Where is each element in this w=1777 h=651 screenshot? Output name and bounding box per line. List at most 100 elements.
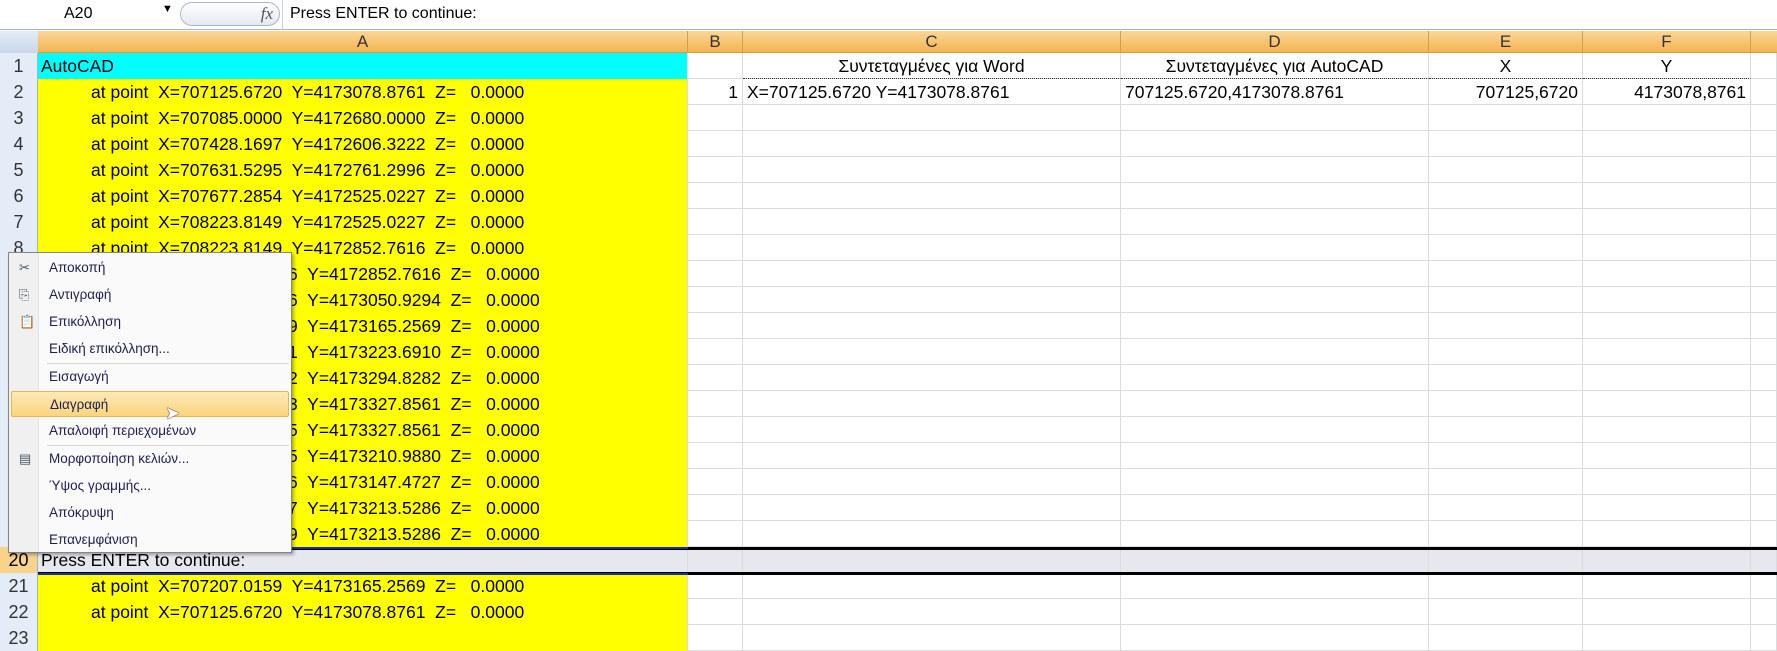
cell-g11[interactable]: [1751, 313, 1777, 339]
row-header[interactable]: 7: [0, 209, 38, 235]
cell-d12[interactable]: [1121, 339, 1429, 365]
cell-g18[interactable]: [1751, 495, 1777, 521]
menu-item-6[interactable]: Διαγραφή: [11, 391, 289, 417]
cell-e12[interactable]: [1429, 339, 1583, 365]
cell-c13[interactable]: [743, 365, 1121, 391]
cell-b9[interactable]: [688, 261, 743, 287]
row-header[interactable]: 6: [0, 183, 38, 209]
row-header[interactable]: 2: [0, 79, 38, 105]
cell-b19[interactable]: [688, 521, 743, 547]
menu-item-2[interactable]: ⎘ Αντιγραφή: [11, 282, 289, 308]
cell-e10[interactable]: [1429, 287, 1583, 313]
cell-b13[interactable]: [688, 365, 743, 391]
cell-f15[interactable]: [1583, 417, 1751, 443]
cell-f1[interactable]: Y: [1583, 53, 1751, 79]
cell-f8[interactable]: [1583, 235, 1751, 261]
cell-b4[interactable]: [688, 131, 743, 157]
cell-e5[interactable]: [1429, 157, 1583, 183]
cell-d9[interactable]: [1121, 261, 1429, 287]
cell-g7[interactable]: [1751, 209, 1777, 235]
cell-d18[interactable]: [1121, 495, 1429, 521]
cell-c15[interactable]: [743, 417, 1121, 443]
cell-g2[interactable]: [1751, 79, 1777, 105]
cell-d1[interactable]: Συντεταγμένες για AutoCAD: [1121, 53, 1429, 79]
cell-b8[interactable]: [688, 235, 743, 261]
cell-d22[interactable]: [1121, 599, 1429, 625]
cell-g22[interactable]: [1751, 599, 1777, 625]
cell-f10[interactable]: [1583, 287, 1751, 313]
cell-f22[interactable]: [1583, 599, 1751, 625]
cell-f13[interactable]: [1583, 365, 1751, 391]
cell-e1[interactable]: X: [1429, 53, 1583, 79]
cell-b22[interactable]: [688, 599, 743, 625]
cell-b16[interactable]: [688, 443, 743, 469]
cell-c9[interactable]: [743, 261, 1121, 287]
cell-d15[interactable]: [1121, 417, 1429, 443]
cell-b23[interactable]: [688, 625, 743, 651]
name-box[interactable]: A20: [0, 0, 175, 28]
cell-c2[interactable]: X=707125.6720 Y=4173078.8761: [743, 79, 1121, 105]
cell-b3[interactable]: [688, 105, 743, 131]
row-header[interactable]: 21: [0, 573, 38, 599]
cell-c8[interactable]: [743, 235, 1121, 261]
cell-b2[interactable]: 1: [688, 79, 743, 105]
cell-c21[interactable]: [743, 573, 1121, 599]
cell-b21[interactable]: [688, 573, 743, 599]
cell-a5[interactable]: at point X=707631.5295 Y=4172761.2996 Z=…: [38, 157, 688, 183]
cell-c6[interactable]: [743, 183, 1121, 209]
cell-g23[interactable]: [1751, 625, 1777, 651]
cell-d17[interactable]: [1121, 469, 1429, 495]
cell-g13[interactable]: [1751, 365, 1777, 391]
cell-g14[interactable]: [1751, 391, 1777, 417]
cell-a6[interactable]: at point X=707677.2854 Y=4172525.0227 Z=…: [38, 183, 688, 209]
cell-g4[interactable]: [1751, 131, 1777, 157]
menu-item-11[interactable]: Επανεμφάνιση: [11, 527, 289, 553]
cell-b14[interactable]: [688, 391, 743, 417]
cell-d14[interactable]: [1121, 391, 1429, 417]
column-header-d[interactable]: D: [1121, 31, 1429, 53]
name-box-dropdown-icon[interactable]: ▼: [162, 3, 173, 15]
cell-a4[interactable]: at point X=707428.1697 Y=4172606.3222 Z=…: [38, 131, 688, 157]
column-header-a[interactable]: A: [38, 31, 688, 53]
cell-e15[interactable]: [1429, 417, 1583, 443]
cell-f17[interactable]: [1583, 469, 1751, 495]
row-header[interactable]: 5: [0, 157, 38, 183]
menu-item-3[interactable]: 📋 Επικόλληση: [11, 309, 289, 335]
cell-e23[interactable]: [1429, 625, 1583, 651]
cell-e11[interactable]: [1429, 313, 1583, 339]
row-header[interactable]: 23: [0, 625, 38, 651]
cell-g3[interactable]: [1751, 105, 1777, 131]
menu-item-10[interactable]: Απόκρυψη: [11, 500, 289, 526]
cell-c3[interactable]: [743, 105, 1121, 131]
cell-e2[interactable]: 707125,6720: [1429, 79, 1583, 105]
cell-c14[interactable]: [743, 391, 1121, 417]
cell-b11[interactable]: [688, 313, 743, 339]
cell-f6[interactable]: [1583, 183, 1751, 209]
cell-b12[interactable]: [688, 339, 743, 365]
cell-c5[interactable]: [743, 157, 1121, 183]
cell-c23[interactable]: [743, 625, 1121, 651]
cell-e16[interactable]: [1429, 443, 1583, 469]
cell-f5[interactable]: [1583, 157, 1751, 183]
cell-e19[interactable]: [1429, 521, 1583, 547]
cell-b18[interactable]: [688, 495, 743, 521]
cell-f21[interactable]: [1583, 573, 1751, 599]
cell-a2[interactable]: at point X=707125.6720 Y=4173078.8761 Z=…: [38, 79, 688, 105]
cell-a1[interactable]: AutoCAD: [38, 53, 688, 79]
cell-e8[interactable]: [1429, 235, 1583, 261]
menu-item-5[interactable]: Εισαγωγή: [11, 364, 289, 390]
cell-c17[interactable]: [743, 469, 1121, 495]
row-header[interactable]: 22: [0, 599, 38, 625]
cell-f4[interactable]: [1583, 131, 1751, 157]
cell-a23[interactable]: [38, 625, 688, 651]
cell-f23[interactable]: [1583, 625, 1751, 651]
cell-e7[interactable]: [1429, 209, 1583, 235]
cell-f19[interactable]: [1583, 521, 1751, 547]
cell-d4[interactable]: [1121, 131, 1429, 157]
cell-g9[interactable]: [1751, 261, 1777, 287]
cell-b1[interactable]: [688, 53, 743, 79]
cell-d7[interactable]: [1121, 209, 1429, 235]
cell-g16[interactable]: [1751, 443, 1777, 469]
cell-f3[interactable]: [1583, 105, 1751, 131]
cell-c1[interactable]: Συντεταγμένες για Word: [743, 53, 1121, 79]
